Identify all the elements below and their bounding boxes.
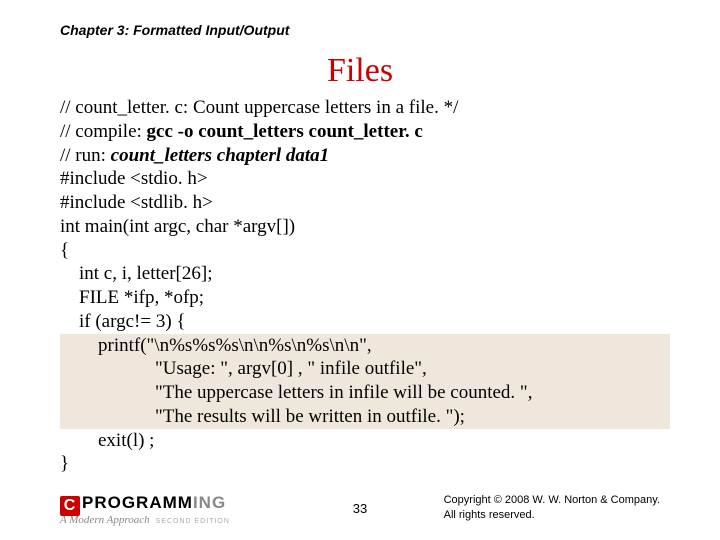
code-line: }	[60, 452, 670, 476]
code-line: FILE *ifp, *ofp;	[60, 286, 670, 310]
code-line: {	[60, 239, 670, 263]
code-line-highlight: "The results will be written in outfile.…	[60, 405, 670, 429]
copyright: Copyright © 2008 W. W. Norton & Company.…	[444, 493, 660, 522]
code-line: exit(l) ;	[60, 429, 670, 453]
code-line: int main(int argc, char *argv[])	[60, 215, 670, 239]
code-line: #include <stdlib. h>	[60, 191, 670, 215]
code-listing: // count_letter. c: Count uppercase lett…	[60, 96, 670, 476]
code-line: // count_letter. c: Count uppercase lett…	[60, 96, 670, 120]
code-line: // compile: gcc -o count_letters count_l…	[60, 120, 670, 144]
code-line: if (argc!= 3) {	[60, 310, 670, 334]
code-line: int c, i, letter[26];	[60, 262, 670, 286]
page-title: Files	[0, 52, 720, 90]
chapter-header: Chapter 3: Formatted Input/Output	[60, 22, 289, 38]
code-line: // run: count_letters chapterl data1	[60, 144, 670, 168]
code-line: #include <stdio. h>	[60, 167, 670, 191]
code-line-highlight: "Usage: ", argv[0] , " infile outfile",	[60, 357, 670, 381]
code-line-highlight: "The uppercase letters in infile will be…	[60, 381, 670, 405]
code-line-highlight: printf("\n%s%s%s\n\n%s\n%s\n\n",	[60, 334, 670, 358]
